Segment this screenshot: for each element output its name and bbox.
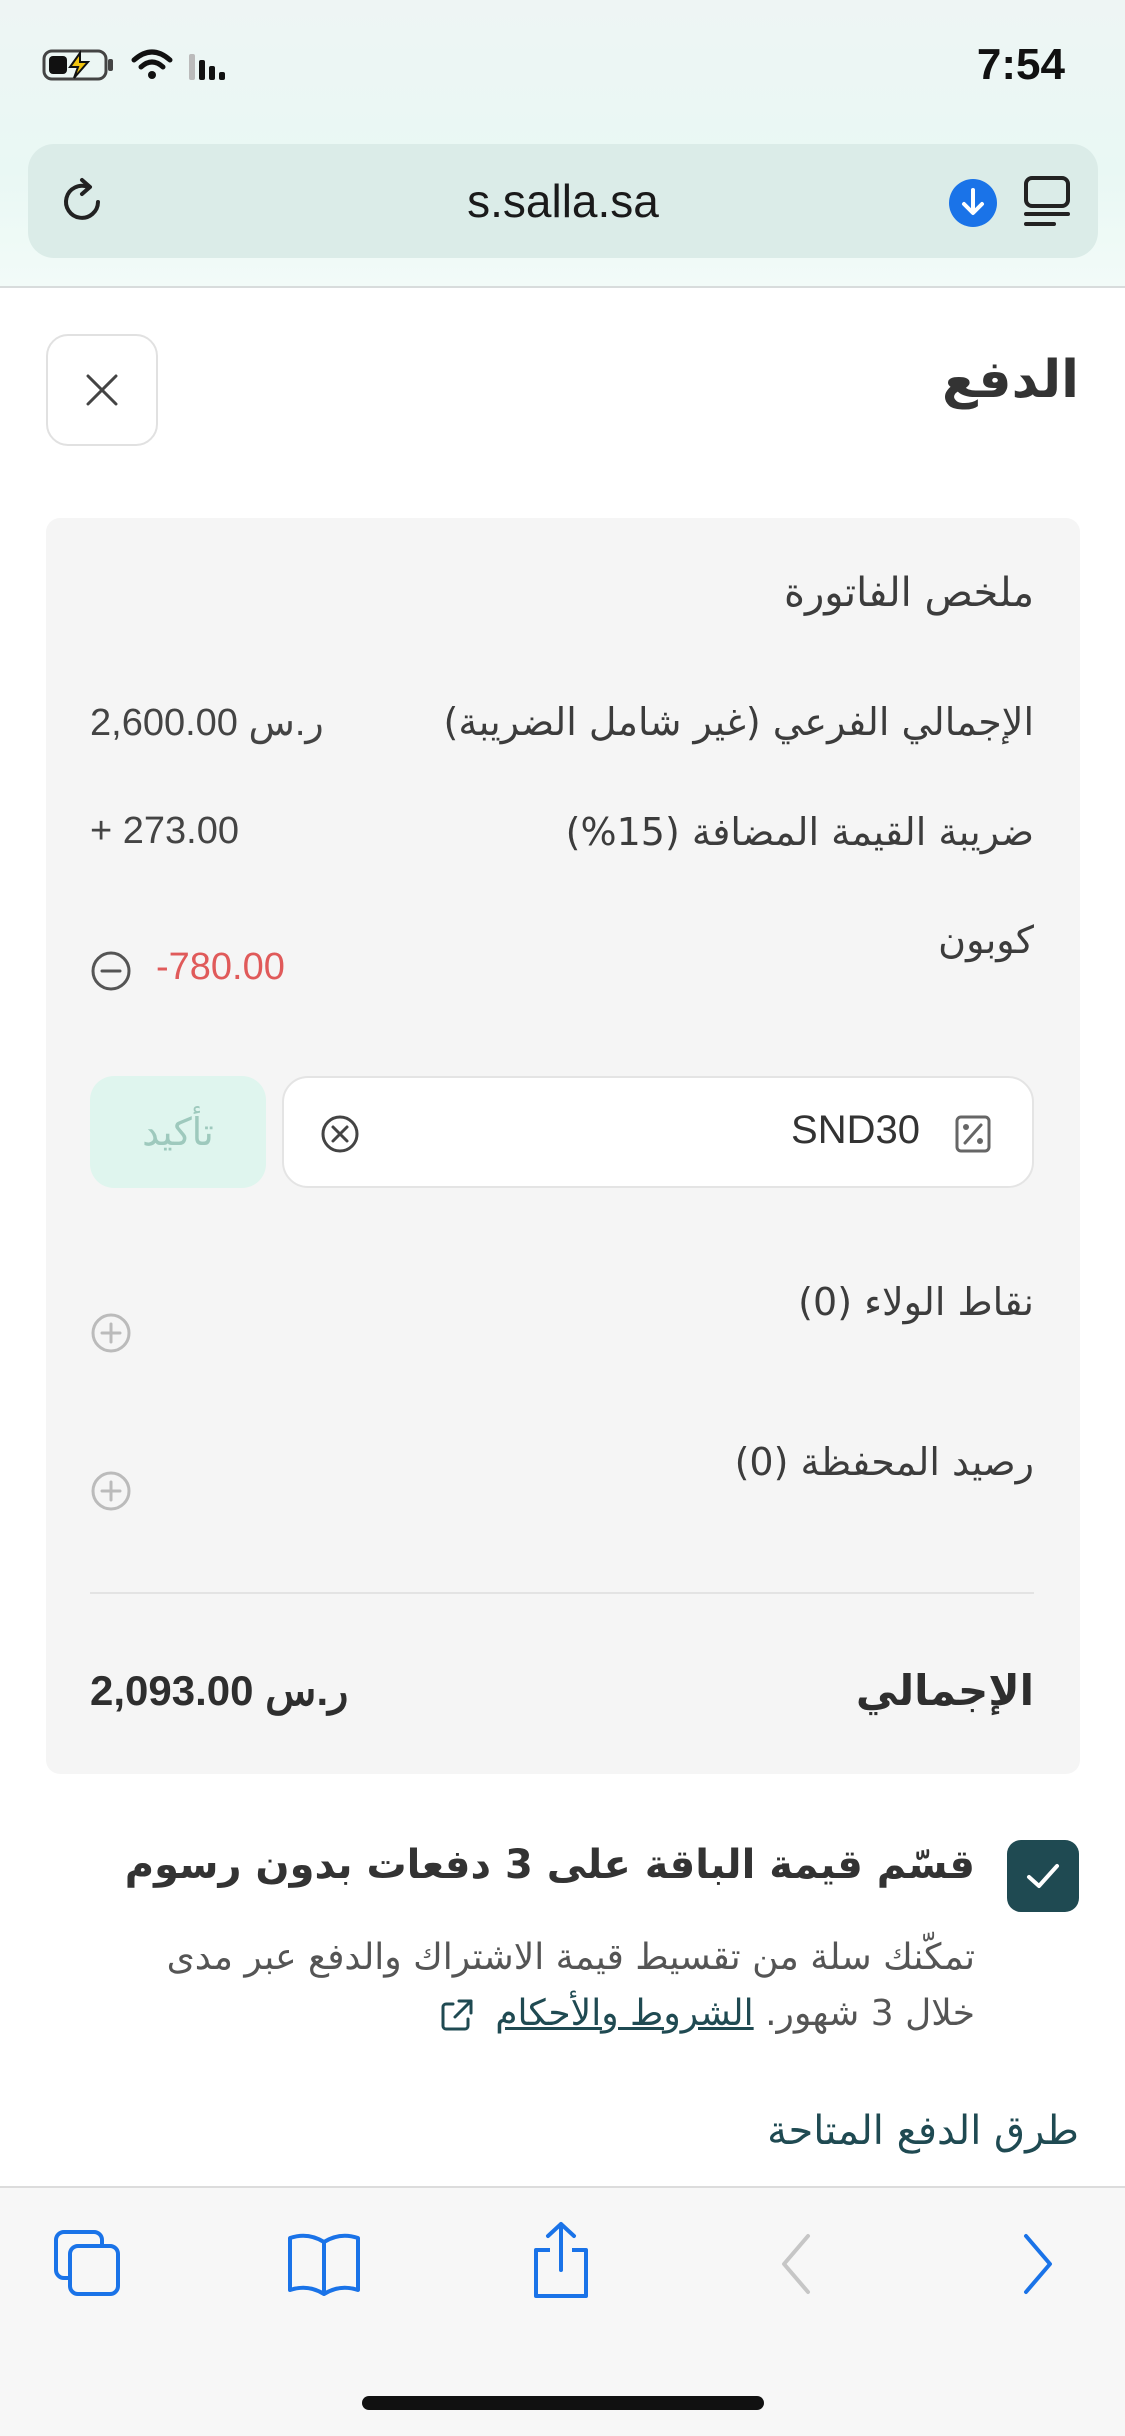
browser-bottom-toolbar <box>0 2186 1125 2436</box>
status-icons <box>42 48 228 82</box>
loyalty-points-label: نقاط الولاء (0) <box>798 1280 1034 1324</box>
coupon-code-text[interactable]: SND30 <box>791 1108 920 1153</box>
total-label: الإجمالي <box>855 1666 1034 1715</box>
share-icon[interactable] <box>528 2220 594 2300</box>
close-icon <box>86 374 118 406</box>
divider <box>90 1592 1034 1594</box>
remove-coupon-icon[interactable] <box>90 950 132 992</box>
add-loyalty-points-icon[interactable] <box>90 1312 132 1354</box>
url-text[interactable]: s.salla.sa <box>28 174 1098 228</box>
tabs-icon[interactable] <box>52 2228 124 2300</box>
total-value: 2,093.00 ر.س <box>90 1667 349 1714</box>
page-title: الدفع <box>942 350 1079 410</box>
coupon-label: كوبون <box>938 918 1034 962</box>
confirm-coupon-button[interactable]: تأكيد <box>90 1076 266 1188</box>
forward-icon[interactable] <box>1016 2228 1060 2300</box>
installment-description: تمكّنك سلة من تقسيط قيمة الاشتراك والدفع… <box>95 1930 975 2042</box>
payment-methods-heading: طرق الدفع المتاحة <box>767 2108 1079 2154</box>
installment-checkbox[interactable] <box>1007 1840 1079 1912</box>
close-button[interactable] <box>46 334 158 446</box>
page-menu-icon[interactable] <box>1020 174 1074 230</box>
vat-value: + 273.00 <box>90 810 239 852</box>
battery-charging-icon <box>42 49 113 81</box>
invoice-heading: ملخص الفاتورة <box>784 570 1034 616</box>
clear-coupon-icon[interactable] <box>320 1114 360 1154</box>
invoice-summary-card: ملخص الفاتورة الإجمالي الفرعي (غير شامل … <box>46 518 1080 1774</box>
cellular-signal-icon <box>189 54 225 80</box>
back-icon[interactable] <box>774 2228 818 2300</box>
terms-link[interactable]: الشروط والأحكام <box>495 1993 753 2034</box>
subtotal-value: 2,600.00 ر.س <box>90 702 324 744</box>
address-bar[interactable]: s.salla.sa <box>28 144 1098 258</box>
home-indicator[interactable] <box>362 2396 764 2410</box>
wifi-icon <box>131 49 173 79</box>
coupon-input[interactable]: SND30 <box>282 1076 1034 1188</box>
subtotal-label: الإجمالي الفرعي (غير شامل الضريبة) <box>443 700 1034 744</box>
checkmark-icon <box>1027 1864 1059 1888</box>
wallet-balance-label: رصيد المحفظة (0) <box>734 1440 1034 1484</box>
browser-top-chrome: 7:54 s.salla.sa <box>0 0 1125 288</box>
bookmarks-icon[interactable] <box>286 2228 362 2300</box>
coupon-tag-icon <box>955 1115 991 1153</box>
download-icon[interactable] <box>948 178 998 228</box>
installment-title: قسّم قيمة الباقة على 3 دفعات بدون رسوم <box>124 1842 975 1888</box>
add-wallet-balance-icon[interactable] <box>90 1470 132 1512</box>
vat-label: ضريبة القيمة المضافة (15%) <box>565 810 1034 854</box>
status-time: 7:54 <box>976 40 1065 89</box>
coupon-value: -780.00 <box>156 946 285 988</box>
external-link-icon[interactable] <box>438 1996 476 2034</box>
